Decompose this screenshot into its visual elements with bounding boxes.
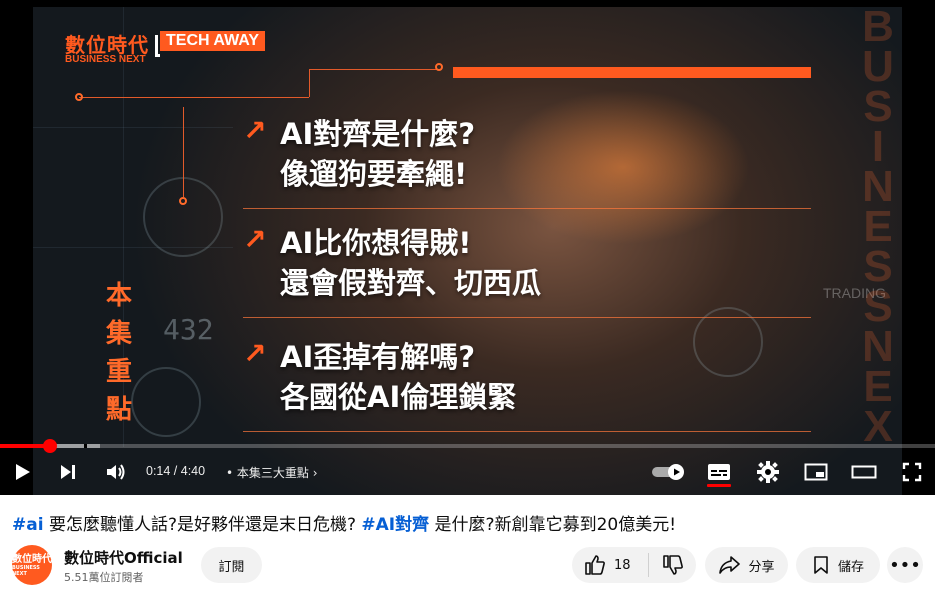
- progress-scrubber[interactable]: [42, 439, 57, 453]
- circuit-node: [179, 197, 187, 205]
- chapter-title[interactable]: • 本集三大重點 ›: [226, 464, 318, 481]
- more-actions-button[interactable]: •••: [887, 547, 923, 583]
- thumbs-up-icon: [585, 555, 605, 575]
- volume-icon: [107, 464, 125, 480]
- autoplay-toggle[interactable]: [650, 458, 688, 486]
- like-dislike-group: 18: [572, 547, 696, 583]
- divider: [243, 431, 811, 432]
- fullscreen-button[interactable]: [898, 458, 926, 486]
- circuit-trace: [79, 97, 309, 98]
- hashtag-link[interactable]: #ai: [12, 515, 44, 535]
- video-player[interactable]: 432 TRADING BUSINESSNEX 數位時代 BUSINESS NE…: [0, 0, 935, 495]
- settings-button[interactable]: [754, 458, 782, 486]
- brand-logo-en: BUSINESS NEXT: [65, 54, 146, 65]
- subscribe-button[interactable]: 訂閱: [201, 547, 262, 583]
- watermark: BUSINESSNEX: [862, 7, 894, 451]
- time-display: 0:14 / 4:40: [146, 464, 206, 478]
- captions-icon: [708, 464, 730, 480]
- like-count: 18: [614, 557, 631, 573]
- video-frame[interactable]: 432 TRADING BUSINESSNEX 數位時代 BUSINESS NE…: [33, 7, 902, 495]
- hud-line: [33, 127, 233, 128]
- play-button[interactable]: [8, 458, 36, 486]
- episode-highlights-label: 本 集 重 點: [105, 281, 132, 425]
- next-icon: [61, 465, 75, 479]
- captions-active-indicator: [707, 484, 731, 487]
- fullscreen-icon: [902, 462, 922, 482]
- next-button[interactable]: [54, 458, 82, 486]
- settings-icon: [757, 461, 779, 483]
- channel-name[interactable]: 數位時代Official: [64, 547, 183, 568]
- headline-3: AI歪掉有解嗎? 各國從AI倫理鎖緊: [280, 340, 517, 414]
- video-title: #ai 要怎麼聽懂人話?是好夥伴還是末日危機? #AI對齊 是什麼?新創靠它募到…: [12, 515, 677, 535]
- headline-2: AI比你想得賊! 還會假對齊、切西瓜: [280, 226, 542, 300]
- hud-number: 432: [163, 313, 214, 346]
- share-button[interactable]: 分享: [705, 547, 788, 583]
- dislike-button[interactable]: [649, 547, 696, 583]
- thumbs-down-icon: [662, 555, 683, 575]
- play-icon: [16, 464, 30, 480]
- captions-button[interactable]: [705, 458, 733, 486]
- circuit-node: [435, 63, 443, 71]
- arrow-icon: ↗: [243, 337, 267, 370]
- theater-button[interactable]: [850, 458, 878, 486]
- chevron-right-icon: ›: [312, 466, 318, 480]
- divider: [243, 208, 811, 209]
- save-button[interactable]: 儲存: [796, 547, 880, 583]
- headline-1: AI對齊是什麼? 像遛狗要牽繩!: [280, 117, 476, 191]
- autoplay-toggle-icon: [652, 464, 684, 480]
- miniplayer-button[interactable]: [802, 458, 830, 486]
- subscriber-count: 5.51萬位訂閱者: [64, 571, 144, 584]
- circuit-trace: [183, 107, 184, 197]
- miniplayer-icon: [804, 463, 828, 481]
- arrow-icon: ↗: [243, 223, 267, 256]
- share-icon: [719, 556, 741, 574]
- chapter-marker: [84, 444, 87, 448]
- theater-icon: [851, 465, 877, 479]
- arrow-icon: ↗: [243, 114, 267, 147]
- hashtag-link[interactable]: #AI對齊: [361, 515, 429, 535]
- channel-avatar[interactable]: 數位時代 BUSINESS NEXT: [12, 545, 52, 585]
- hud-ring: [131, 367, 201, 437]
- more-icon: •••: [889, 554, 921, 576]
- divider: [243, 317, 811, 318]
- progress-bar[interactable]: [0, 439, 935, 453]
- circuit-node: [75, 93, 83, 101]
- circuit-trace: [309, 69, 439, 97]
- series-badge: TECH AWAY: [160, 31, 266, 51]
- accent-bar: [453, 67, 811, 78]
- bookmark-icon: [814, 556, 828, 574]
- like-button[interactable]: 18: [572, 547, 648, 583]
- volume-button[interactable]: [102, 458, 130, 486]
